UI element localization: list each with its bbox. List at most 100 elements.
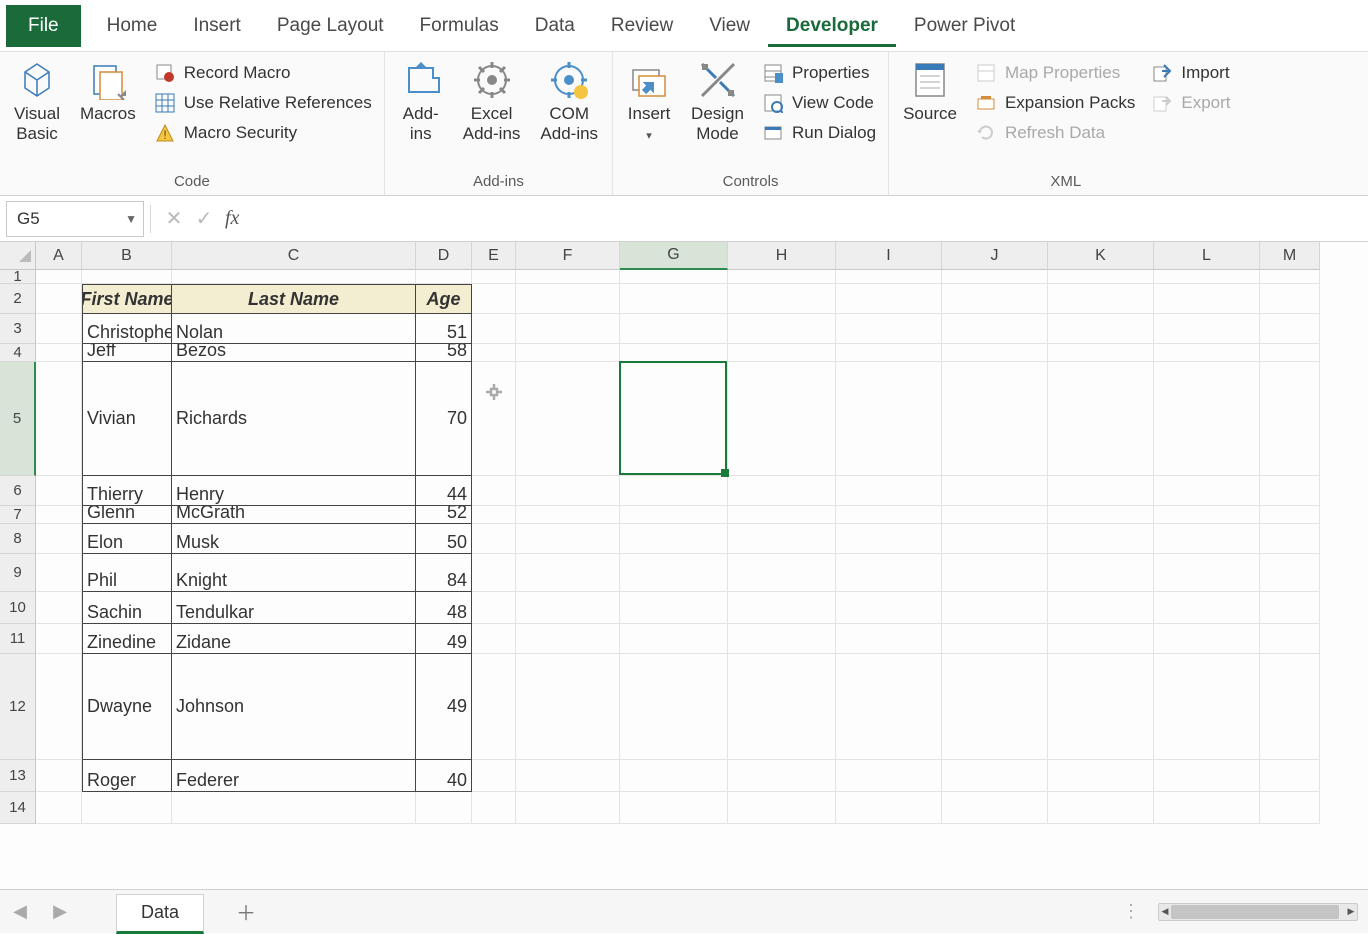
row-header-13[interactable]: 13 (0, 760, 36, 792)
sheet-options-icon[interactable]: ⋮ (1122, 901, 1140, 922)
column-header-G[interactable]: G (620, 242, 728, 270)
cell[interactable] (1048, 506, 1154, 524)
column-header-I[interactable]: I (836, 242, 942, 270)
cell[interactable] (82, 792, 172, 824)
com-addins-button[interactable]: COM Add-ins (534, 58, 604, 145)
sheet-nav-prev[interactable]: ◀ (0, 892, 40, 932)
cell[interactable] (516, 344, 620, 362)
cell[interactable] (728, 270, 836, 284)
cell[interactable] (472, 314, 516, 344)
tab-review[interactable]: Review (593, 5, 691, 47)
cell[interactable] (1154, 624, 1260, 654)
cell[interactable] (728, 524, 836, 554)
cell[interactable]: 48 (416, 592, 472, 624)
cell[interactable] (172, 792, 416, 824)
row-header-4[interactable]: 4 (0, 344, 36, 362)
cell[interactable] (36, 654, 82, 760)
cell[interactable]: Musk (172, 524, 416, 554)
import-button[interactable]: Import (1147, 60, 1234, 86)
cell[interactable] (620, 592, 728, 624)
cell[interactable] (836, 270, 942, 284)
cell[interactable]: Elon (82, 524, 172, 554)
cell[interactable] (36, 284, 82, 314)
cell[interactable] (516, 792, 620, 824)
column-header-E[interactable]: E (472, 242, 516, 270)
cell[interactable] (942, 654, 1048, 760)
cell[interactable] (472, 592, 516, 624)
tab-formulas[interactable]: Formulas (402, 5, 517, 47)
tab-view[interactable]: View (691, 5, 768, 47)
cell[interactable] (472, 270, 516, 284)
cell[interactable] (472, 362, 516, 476)
cell[interactable] (728, 284, 836, 314)
design-mode-button[interactable]: Design Mode (685, 58, 750, 145)
cell[interactable] (836, 654, 942, 760)
cell[interactable] (1154, 344, 1260, 362)
cell[interactable] (620, 624, 728, 654)
cell[interactable] (836, 284, 942, 314)
cell[interactable] (36, 792, 82, 824)
cell[interactable] (942, 270, 1048, 284)
cell[interactable] (728, 624, 836, 654)
cell[interactable] (728, 344, 836, 362)
cell[interactable] (620, 506, 728, 524)
cell[interactable] (36, 506, 82, 524)
cell[interactable] (942, 362, 1048, 476)
cell[interactable] (1048, 344, 1154, 362)
column-header-B[interactable]: B (82, 242, 172, 270)
cell[interactable] (1154, 760, 1260, 792)
column-header-D[interactable]: D (416, 242, 472, 270)
cell[interactable] (1260, 314, 1320, 344)
scroll-thumb[interactable] (1171, 905, 1339, 919)
cell[interactable]: Jeff (82, 344, 172, 362)
horizontal-scrollbar[interactable]: ◀ ▶ (1158, 903, 1358, 921)
tab-home[interactable]: Home (89, 5, 176, 47)
cell[interactable] (1154, 270, 1260, 284)
row-header-7[interactable]: 7 (0, 506, 36, 524)
row-header-1[interactable]: 1 (0, 270, 36, 284)
cell[interactable]: Henry (172, 476, 416, 506)
row-header-8[interactable]: 8 (0, 524, 36, 554)
cell[interactable] (1260, 554, 1320, 592)
cell[interactable] (1260, 270, 1320, 284)
tab-insert[interactable]: Insert (175, 5, 259, 47)
cell[interactable] (472, 760, 516, 792)
cell[interactable] (1154, 476, 1260, 506)
cell[interactable]: 51 (416, 314, 472, 344)
cell[interactable] (620, 344, 728, 362)
cell[interactable]: Last Name (172, 284, 416, 314)
column-header-J[interactable]: J (942, 242, 1048, 270)
cell[interactable] (836, 524, 942, 554)
cell[interactable] (516, 284, 620, 314)
excel-addins-button[interactable]: Excel Add-ins (457, 58, 527, 145)
record-macro-button[interactable]: Record Macro (150, 60, 376, 86)
cell[interactable] (942, 344, 1048, 362)
cell[interactable] (620, 760, 728, 792)
cell[interactable] (942, 592, 1048, 624)
cell[interactable] (82, 270, 172, 284)
expansion-packs-button[interactable]: Expansion Packs (971, 90, 1139, 116)
cell[interactable] (36, 362, 82, 476)
cell[interactable]: McGrath (172, 506, 416, 524)
cell[interactable]: 52 (416, 506, 472, 524)
cell[interactable]: Tendulkar (172, 592, 416, 624)
cell[interactable] (516, 624, 620, 654)
cell[interactable] (472, 624, 516, 654)
cell[interactable] (1048, 654, 1154, 760)
cell[interactable] (472, 284, 516, 314)
cell[interactable] (836, 792, 942, 824)
column-header-C[interactable]: C (172, 242, 416, 270)
cell[interactable]: Roger (82, 760, 172, 792)
cell[interactable] (516, 506, 620, 524)
cell[interactable] (1048, 524, 1154, 554)
cell[interactable] (516, 654, 620, 760)
column-header-M[interactable]: M (1260, 242, 1320, 270)
cell[interactable]: Bezos (172, 344, 416, 362)
cell[interactable] (472, 654, 516, 760)
column-header-F[interactable]: F (516, 242, 620, 270)
formula-input[interactable] (245, 201, 1368, 237)
cell[interactable]: 44 (416, 476, 472, 506)
cell[interactable] (1048, 284, 1154, 314)
cell[interactable] (942, 506, 1048, 524)
cell[interactable] (472, 476, 516, 506)
